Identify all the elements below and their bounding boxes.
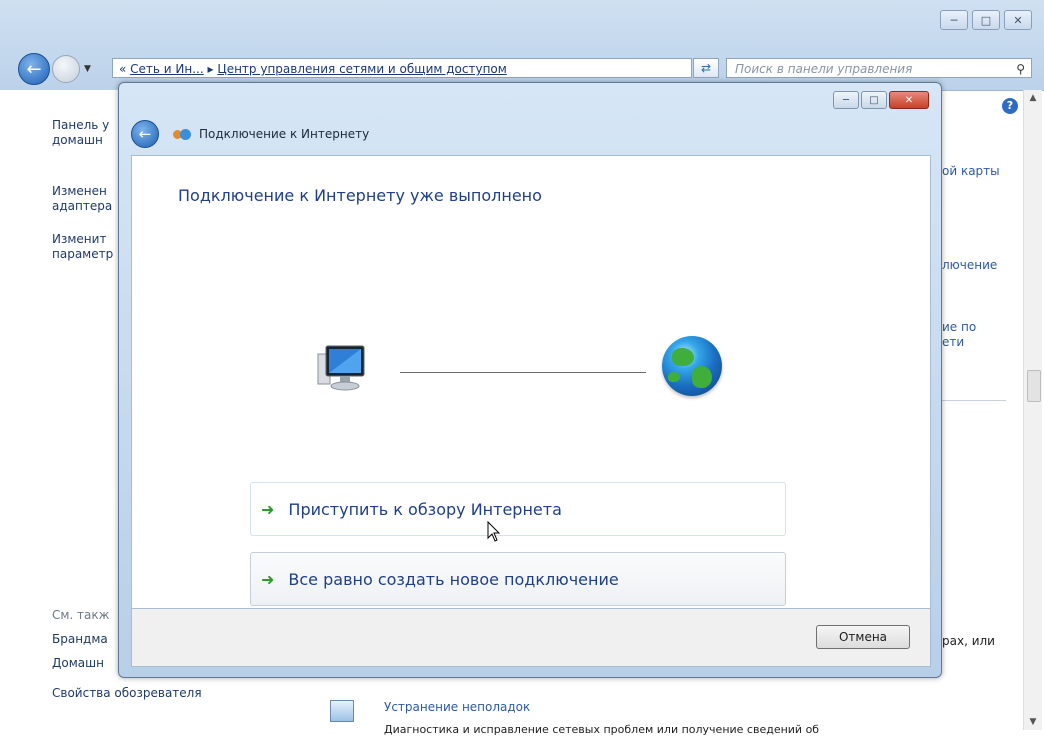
connection-line	[400, 372, 646, 373]
right-text-fragment-4: рах, или	[942, 634, 995, 648]
right-link-fragment-2[interactable]: лючение	[942, 258, 997, 273]
troubleshoot-description: Диагностика и исправление сетевых пробле…	[384, 723, 820, 736]
homegroup-link[interactable]: Домашн	[52, 656, 104, 671]
dialog-window-controls: ─ □ ✕	[833, 91, 929, 109]
scroll-down-icon[interactable]: ▼	[1024, 714, 1042, 730]
address-bar[interactable]: « Сеть и Ин... ▸ Центр управления сетями…	[112, 58, 692, 78]
dialog-title: Подключение к Интернету	[199, 127, 370, 141]
troubleshoot-icon	[330, 700, 354, 722]
left-link-3[interactable]: Изменит параметр	[52, 232, 113, 262]
breadcrumb-separator-icon: ▸	[207, 62, 214, 76]
breadcrumb-network[interactable]: Сеть и Ин...	[130, 62, 204, 76]
dialog-back-arrow-icon[interactable]: ←	[131, 120, 159, 148]
divider	[940, 400, 1006, 401]
left-link-2[interactable]: Изменен адаптера	[52, 184, 112, 214]
create-new-connection-label: Все равно создать новое подключение	[288, 569, 619, 589]
navigation-buttons: ← ▼	[18, 53, 95, 85]
right-link-fragment-1[interactable]: ой карты	[942, 164, 1000, 179]
cancel-button[interactable]: Отмена	[816, 625, 910, 649]
browse-internet-label: Приступить к обзору Интернета	[288, 499, 562, 519]
scroll-up-icon[interactable]: ▲	[1024, 90, 1042, 106]
create-new-connection-option[interactable]: ➜ Все равно создать новое подключение	[250, 552, 786, 606]
dialog-maximize-button[interactable]: □	[861, 91, 887, 109]
green-arrow-icon: ➜	[261, 499, 275, 519]
dialog-heading: Подключение к Интернету уже выполнено	[178, 186, 542, 205]
network-connection-icon	[173, 127, 191, 141]
right-link-fragment-3-line2: ети	[942, 335, 965, 349]
dialog-content: Подключение к Интернету уже выполнено ➜ …	[131, 155, 931, 609]
outer-window-controls: ─ □ ✕	[940, 10, 1032, 30]
firewall-link[interactable]: Брандма	[52, 632, 108, 647]
right-link-fragment-3-line1: ие по	[942, 320, 977, 334]
dialog-close-button[interactable]: ✕	[889, 91, 929, 109]
left-link-1-line2: домашн	[52, 133, 103, 147]
help-icon[interactable]: ?	[1002, 98, 1018, 114]
back-arrow-icon[interactable]: ←	[18, 53, 50, 85]
internet-options-link[interactable]: Свойства обозревателя	[52, 686, 202, 701]
dialog-minimize-button[interactable]: ─	[833, 91, 859, 109]
dialog-header: ← Подключение к Интернету	[131, 119, 369, 149]
green-arrow-icon: ➜	[261, 569, 275, 589]
left-link-3-line1: Изменит	[52, 232, 107, 246]
dialog-footer: Отмена	[131, 609, 931, 667]
scroll-thumb[interactable]	[1027, 370, 1041, 402]
left-link-1[interactable]: Панель у домашн	[52, 118, 109, 148]
see-also-heading: См. такж	[52, 608, 110, 622]
troubleshoot-link[interactable]: Устранение неполадок	[384, 700, 530, 715]
right-link-fragment-3[interactable]: ие по ети	[942, 320, 976, 350]
computer-icon	[317, 345, 365, 391]
browse-internet-option[interactable]: ➜ Приступить к обзору Интернета	[250, 482, 786, 536]
close-button[interactable]: ✕	[1004, 10, 1032, 30]
internet-connection-dialog: ─ □ ✕ ← Подключение к Интернету Подключе…	[118, 82, 942, 678]
left-link-1-line1: Панель у	[52, 118, 110, 132]
internet-globe-icon	[662, 336, 722, 396]
search-input[interactable]: Поиск в панели управления ⚲	[726, 58, 1032, 78]
search-placeholder: Поиск в панели управления	[735, 62, 913, 76]
left-link-2-line2: адаптера	[52, 199, 113, 213]
search-icon[interactable]: ⚲	[1016, 59, 1025, 79]
maximize-button[interactable]: □	[972, 10, 1000, 30]
left-link-2-line1: Изменен	[52, 184, 107, 198]
history-dropdown-icon[interactable]: ▼	[84, 64, 91, 74]
left-link-3-line2: параметр	[52, 247, 114, 261]
breadcrumb-network-center[interactable]: Центр управления сетями и общим доступом	[217, 62, 506, 76]
refresh-icon[interactable]: ⇄	[693, 58, 719, 78]
mouse-cursor-icon	[487, 521, 501, 542]
address-overflow-icon[interactable]: «	[119, 62, 126, 76]
vertical-scrollbar[interactable]: ▲ ▼	[1023, 90, 1042, 730]
forward-arrow-icon[interactable]	[52, 55, 80, 83]
minimize-button[interactable]: ─	[940, 10, 968, 30]
